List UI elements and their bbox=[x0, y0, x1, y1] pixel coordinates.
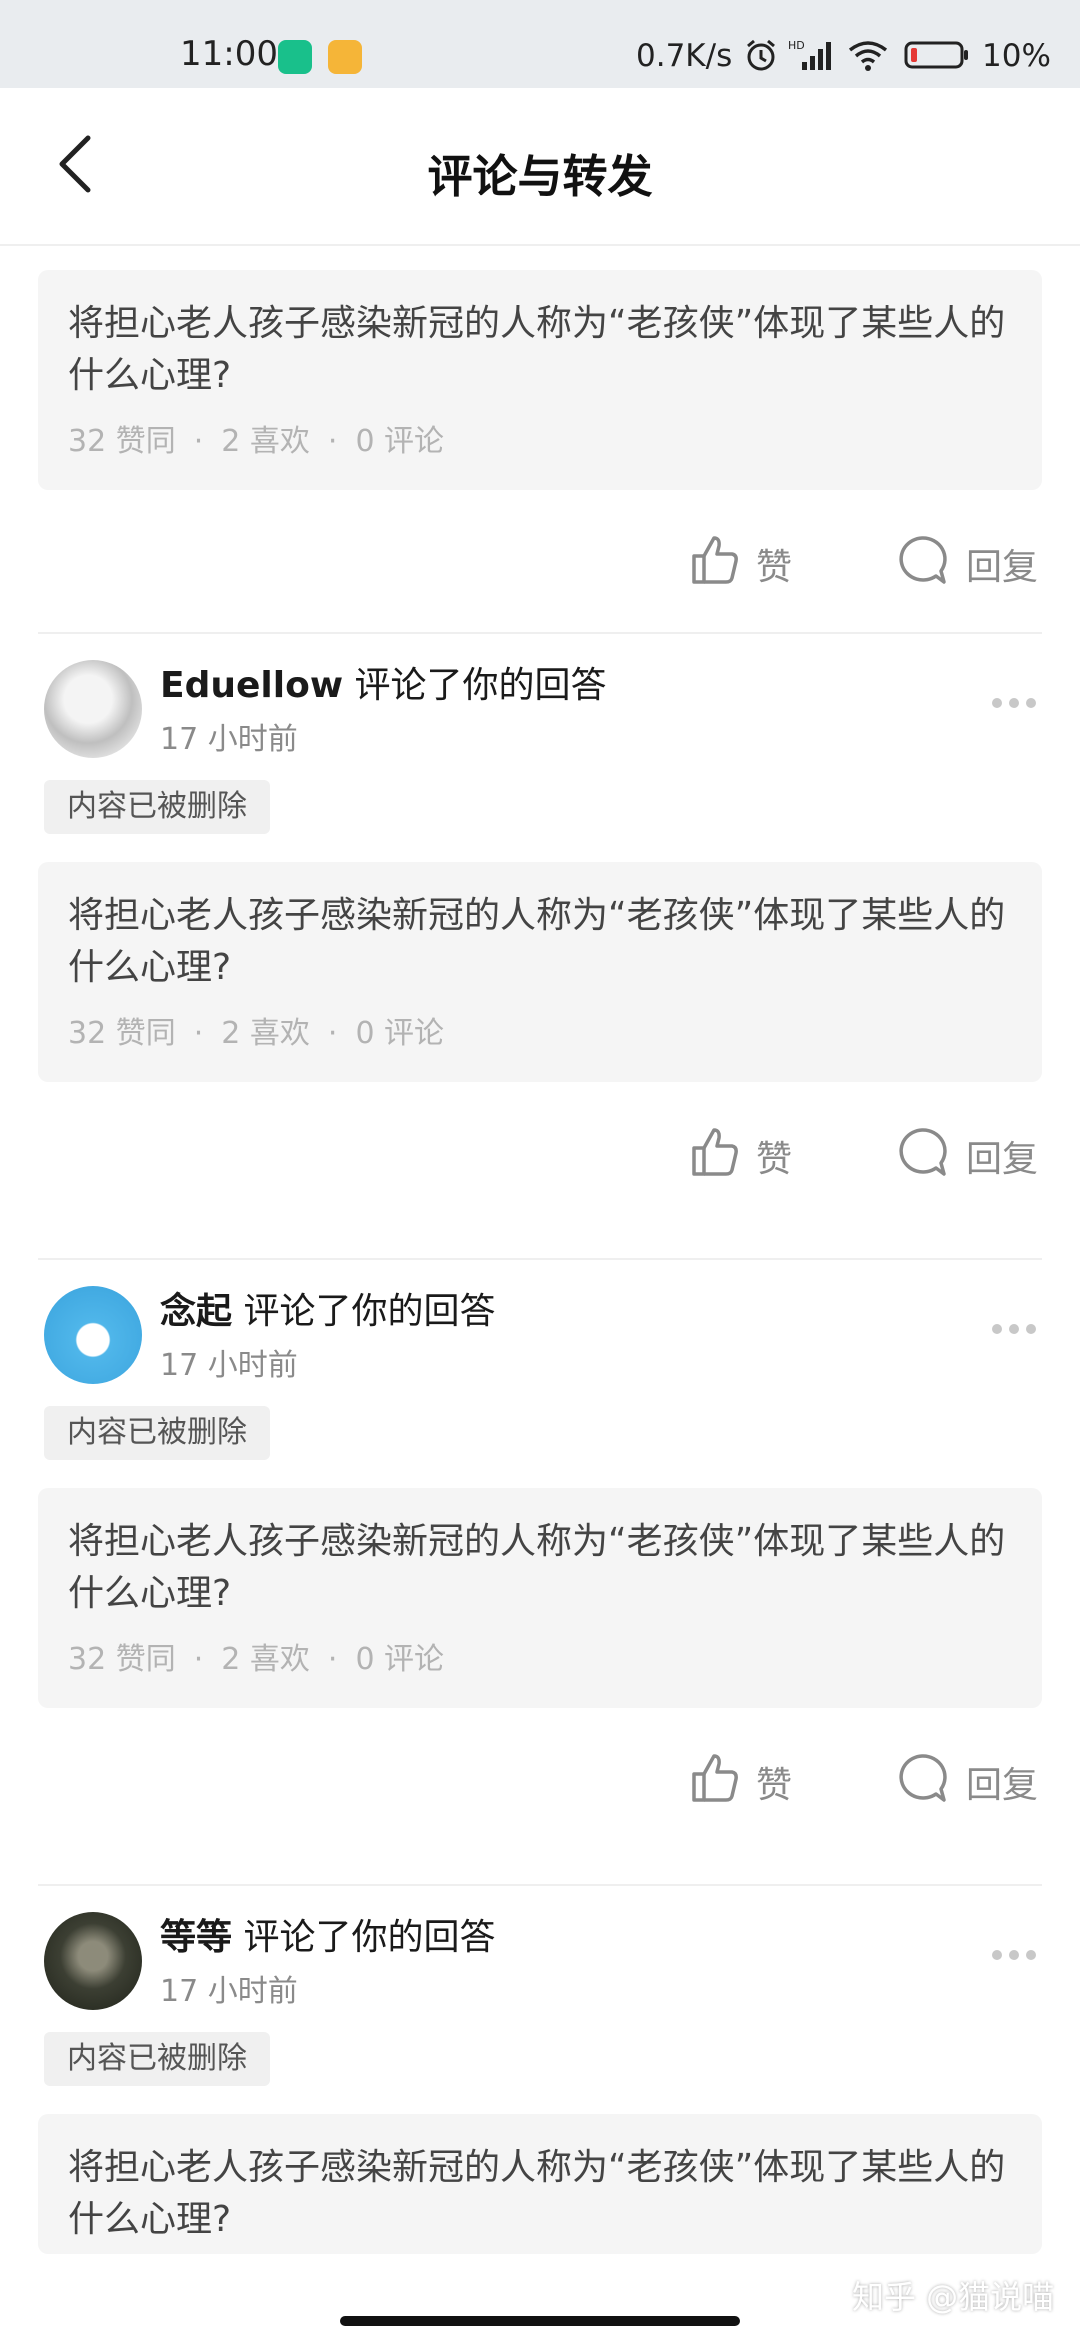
notification-item: 将担心老人孩子感染新冠的人称为“老孩侠”体现了某些人的什么心理? 32 赞同 · 2… bbox=[0, 246, 1080, 636]
app-header: 评论与转发 bbox=[0, 88, 1080, 246]
comments-count: 0 评论 bbox=[355, 424, 445, 459]
agree-count: 32 赞同 bbox=[68, 1016, 176, 1051]
likes-count: 2 喜欢 bbox=[221, 424, 310, 459]
status-time: 11:00 bbox=[180, 34, 278, 74]
agree-count: 32 赞同 bbox=[68, 1642, 176, 1677]
svg-text:HD: HD bbox=[788, 39, 805, 52]
question-card[interactable]: 将担心老人孩子感染新冠的人称为“老孩侠”体现了某些人的什么心理? 32 赞同 · 2… bbox=[38, 862, 1042, 1082]
comment-bubble-icon[interactable] bbox=[896, 1126, 948, 1178]
question-card[interactable]: 将担心老人孩子感染新冠的人称为“老孩侠”体现了某些人的什么心理? bbox=[38, 2114, 1042, 2254]
signal-hd-icon: HD bbox=[788, 39, 831, 70]
notification-item: 念起 评论了你的回答 17 小时前 内容已被删除 将担心老人孩子感染新冠的人称为… bbox=[0, 1262, 1080, 1888]
thumbs-up-icon[interactable] bbox=[690, 1126, 740, 1178]
agree-count: 32 赞同 bbox=[68, 424, 176, 459]
action-bar: 赞 回复 bbox=[0, 516, 1080, 606]
question-card[interactable]: 将担心老人孩子感染新冠的人称为“老孩侠”体现了某些人的什么心理? 32 赞同 · 2… bbox=[38, 1488, 1042, 1708]
notification-header: Eduellow 评论了你的回答 17 小时前 bbox=[0, 636, 1080, 782]
like-button[interactable]: 赞 bbox=[756, 1756, 792, 1808]
home-indicator[interactable] bbox=[340, 2316, 740, 2326]
likes-count: 2 喜欢 bbox=[221, 1642, 310, 1677]
separator: · bbox=[327, 1016, 338, 1051]
avatar[interactable] bbox=[44, 1286, 142, 1384]
page-title: 评论与转发 bbox=[427, 150, 653, 203]
reply-button[interactable]: 回复 bbox=[966, 1130, 1038, 1182]
alarm-icon bbox=[747, 39, 775, 71]
timestamp: 17 小时前 bbox=[160, 722, 298, 757]
question-meta: 32 赞同 · 2 喜欢 · 0 评论 bbox=[68, 416, 444, 460]
more-options-icon[interactable] bbox=[990, 696, 1038, 710]
battery-level: 10% bbox=[982, 38, 1051, 74]
notes-app-icon bbox=[328, 40, 362, 74]
network-speed: 0.7K/s bbox=[636, 38, 733, 74]
action-text: 评论了你的回答 bbox=[243, 1917, 496, 1958]
action-bar: 赞 回复 bbox=[0, 1108, 1080, 1198]
shield-app-icon bbox=[278, 40, 312, 74]
watermark: 知乎 @猫说喵 bbox=[852, 2278, 1055, 2316]
reply-button[interactable]: 回复 bbox=[966, 1756, 1038, 1808]
likes-count: 2 喜欢 bbox=[221, 1016, 310, 1051]
divider bbox=[38, 632, 1042, 634]
notification-text: 念起 评论了你的回答 bbox=[160, 1282, 495, 1334]
like-button[interactable]: 赞 bbox=[756, 1130, 792, 1182]
separator: · bbox=[193, 1016, 204, 1051]
more-options-icon[interactable] bbox=[990, 1948, 1038, 1962]
avatar[interactable] bbox=[44, 660, 142, 758]
question-title: 将担心老人孩子感染新冠的人称为“老孩侠”体现了某些人的什么心理? bbox=[68, 2147, 1006, 2240]
timestamp: 17 小时前 bbox=[160, 1348, 298, 1383]
action-bar: 赞 回复 bbox=[0, 1734, 1080, 1824]
notification-feed: 将担心老人孩子感染新冠的人称为“老孩侠”体现了某些人的什么心理? 32 赞同 · 2… bbox=[0, 246, 1080, 2288]
timestamp: 17 小时前 bbox=[160, 1974, 298, 2009]
question-card[interactable]: 将担心老人孩子感染新冠的人称为“老孩侠”体现了某些人的什么心理? 32 赞同 · 2… bbox=[38, 270, 1042, 490]
notification-header: 等等 评论了你的回答 17 小时前 bbox=[0, 1888, 1080, 2034]
notification-item: Eduellow 评论了你的回答 17 小时前 内容已被删除 将担心老人孩子感染… bbox=[0, 636, 1080, 1262]
deleted-content-badge: 内容已被删除 bbox=[44, 1406, 270, 1460]
status-bar: 11:00 0.7K/s HD 10% bbox=[0, 0, 1080, 88]
comment-bubble-icon[interactable] bbox=[896, 1752, 948, 1804]
question-title: 将担心老人孩子感染新冠的人称为“老孩侠”体现了某些人的什么心理? bbox=[68, 1521, 1006, 1614]
notification-item: 等等 评论了你的回答 17 小时前 内容已被删除 将担心老人孩子感染新冠的人称为… bbox=[0, 1888, 1080, 2288]
separator: · bbox=[327, 1642, 338, 1677]
reply-button[interactable]: 回复 bbox=[966, 538, 1038, 590]
question-meta: 32 赞同 · 2 喜欢 · 0 评论 bbox=[68, 1008, 444, 1052]
thumbs-up-icon[interactable] bbox=[690, 1752, 740, 1804]
comment-bubble-icon[interactable] bbox=[896, 534, 948, 586]
action-text: 评论了你的回答 bbox=[243, 1291, 496, 1332]
like-button[interactable]: 赞 bbox=[756, 538, 792, 590]
thumbs-up-icon[interactable] bbox=[690, 534, 740, 586]
notification-text: Eduellow 评论了你的回答 bbox=[160, 656, 607, 708]
avatar[interactable] bbox=[44, 1912, 142, 2010]
question-meta: 32 赞同 · 2 喜欢 · 0 评论 bbox=[68, 1634, 444, 1678]
separator: · bbox=[327, 424, 338, 459]
wifi-icon bbox=[848, 41, 888, 71]
divider bbox=[38, 1884, 1042, 1886]
question-title: 将担心老人孩子感染新冠的人称为“老孩侠”体现了某些人的什么心理? bbox=[68, 895, 1006, 988]
action-text: 评论了你的回答 bbox=[354, 665, 607, 706]
notification-header: 念起 评论了你的回答 17 小时前 bbox=[0, 1262, 1080, 1408]
username[interactable]: 念起 bbox=[160, 1291, 232, 1332]
more-options-icon[interactable] bbox=[990, 1322, 1038, 1336]
deleted-content-badge: 内容已被删除 bbox=[44, 780, 270, 834]
battery-icon bbox=[904, 41, 968, 69]
separator: · bbox=[193, 1642, 204, 1677]
comments-count: 0 评论 bbox=[355, 1642, 445, 1677]
separator: · bbox=[193, 424, 204, 459]
username[interactable]: Eduellow bbox=[160, 665, 343, 706]
comments-count: 0 评论 bbox=[355, 1016, 445, 1051]
notification-text: 等等 评论了你的回答 bbox=[160, 1908, 495, 1960]
divider bbox=[38, 1258, 1042, 1260]
username[interactable]: 等等 bbox=[160, 1917, 232, 1958]
question-title: 将担心老人孩子感染新冠的人称为“老孩侠”体现了某些人的什么心理? bbox=[68, 303, 1006, 396]
deleted-content-badge: 内容已被删除 bbox=[44, 2032, 270, 2086]
